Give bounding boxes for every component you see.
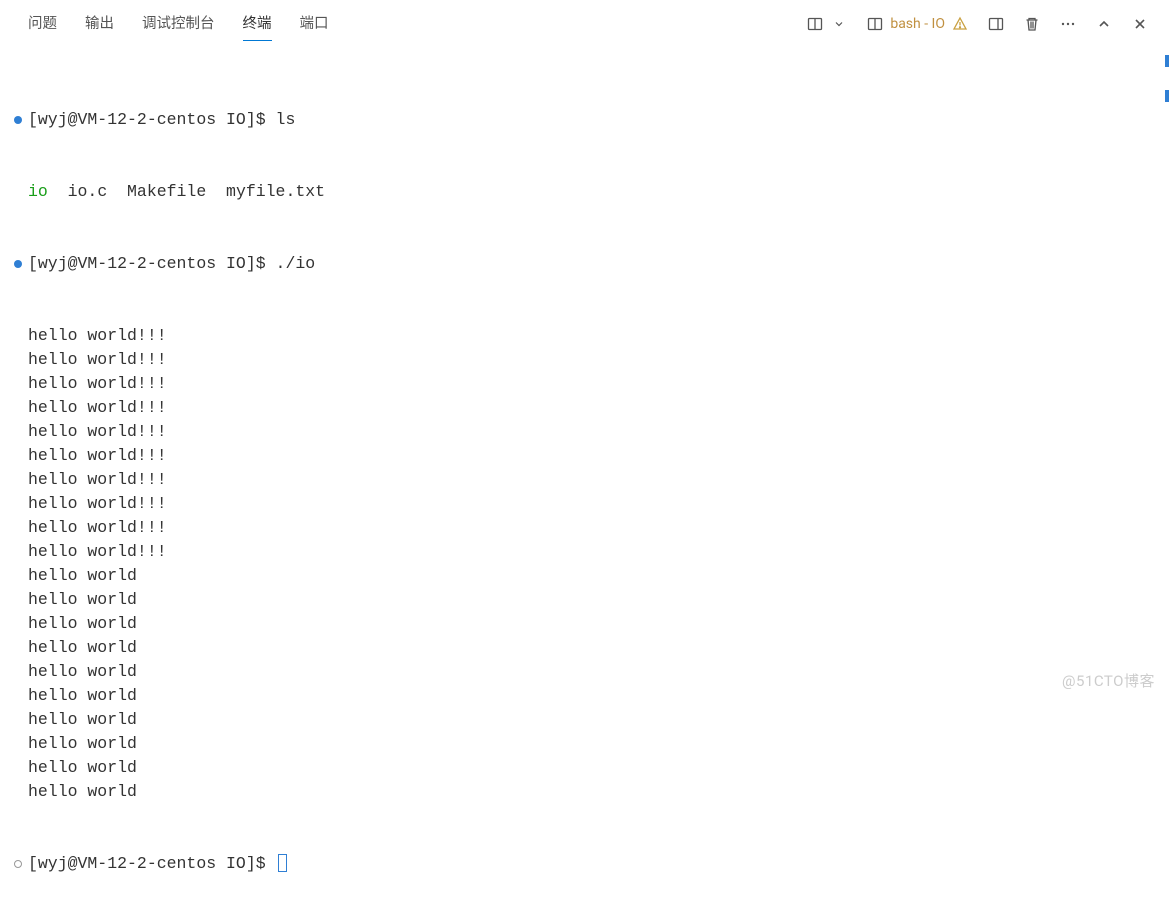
output-text: hello world!!! <box>28 420 1163 444</box>
terminal-line: hello world!!! <box>8 468 1163 492</box>
output-text: hello world <box>28 684 1163 708</box>
terminal-line: [wyj@VM-12-2-centos IO]$ <box>8 852 1163 876</box>
panel-toolbar: bash - IO <box>804 13 1151 35</box>
terminal-line: [wyj@VM-12-2-centos IO]$ ls <box>8 108 1163 132</box>
output-text: hello world <box>28 732 1163 756</box>
panel-header: 问题 输出 调试控制台 终端 端口 bash - IO <box>0 0 1171 48</box>
scroll-marker <box>1165 90 1169 102</box>
warning-icon[interactable] <box>949 13 971 35</box>
terminal-line: hello world <box>8 660 1163 684</box>
terminal-line: hello world!!! <box>8 420 1163 444</box>
output-text: hello world!!! <box>28 348 1163 372</box>
tab-output[interactable]: 输出 <box>85 0 114 47</box>
chevron-down-icon[interactable] <box>828 13 850 35</box>
output-text: hello world!!! <box>28 396 1163 420</box>
more-icon[interactable] <box>1057 13 1079 35</box>
output-text: hello world!!! <box>28 540 1163 564</box>
terminal-line: hello world!!! <box>8 348 1163 372</box>
panel-tabs: 问题 输出 调试控制台 终端 端口 <box>28 0 329 47</box>
terminal-line: hello world!!! <box>8 516 1163 540</box>
chevron-up-icon[interactable] <box>1093 13 1115 35</box>
terminal-line: hello world!!! <box>8 372 1163 396</box>
command: ls <box>276 110 296 129</box>
tab-ports[interactable]: 端口 <box>300 0 329 47</box>
terminal-line: hello world!!! <box>8 492 1163 516</box>
scroll-marker <box>1165 55 1169 67</box>
prompt: [wyj@VM-12-2-centos IO]$ <box>28 854 276 873</box>
terminal-line: hello world <box>8 612 1163 636</box>
tab-problems[interactable]: 问题 <box>28 0 57 47</box>
terminal-line: hello world <box>8 732 1163 756</box>
output-text: hello world <box>28 588 1163 612</box>
panel-layout-icon[interactable] <box>864 13 886 35</box>
tab-debug-console[interactable]: 调试控制台 <box>142 0 215 47</box>
output-text: hello world!!! <box>28 324 1163 348</box>
terminal-line: hello world <box>8 564 1163 588</box>
split-terminal-icon[interactable] <box>804 13 826 35</box>
close-icon[interactable] <box>1129 13 1151 35</box>
output-text: hello world <box>28 756 1163 780</box>
terminal-line: hello world <box>8 780 1163 804</box>
trash-icon[interactable] <box>1021 13 1043 35</box>
shell-label[interactable]: bash - IO <box>890 16 945 32</box>
terminal-line: hello world <box>8 708 1163 732</box>
watermark: @51CTO博客 <box>1062 670 1155 691</box>
terminal-line: hello world!!! <box>8 324 1163 348</box>
bullet-outline-icon <box>8 852 28 868</box>
prompt: [wyj@VM-12-2-centos IO]$ <box>28 254 276 273</box>
ls-output: io.c Makefile myfile.txt <box>48 182 325 201</box>
terminal-line: hello world!!! <box>8 540 1163 564</box>
bullet-icon <box>8 252 28 268</box>
output-text: hello world!!! <box>28 372 1163 396</box>
output-text: hello world <box>28 612 1163 636</box>
output-text: hello world!!! <box>28 444 1163 468</box>
terminal-line: hello world <box>8 636 1163 660</box>
bullet-icon <box>8 108 28 124</box>
command: ./io <box>276 254 316 273</box>
terminal-line: [wyj@VM-12-2-centos IO]$ ./io <box>8 252 1163 276</box>
prompt: [wyj@VM-12-2-centos IO]$ <box>28 110 276 129</box>
output-text: hello world <box>28 660 1163 684</box>
cursor <box>278 854 287 872</box>
output-text: hello world!!! <box>28 492 1163 516</box>
terminal-line: hello world <box>8 756 1163 780</box>
ls-executable: io <box>28 182 48 201</box>
terminal-line: hello world!!! <box>8 396 1163 420</box>
output-text: hello world!!! <box>28 468 1163 492</box>
terminal-line: hello world <box>8 588 1163 612</box>
output-text: hello world <box>28 780 1163 804</box>
terminal-line: hello world <box>8 684 1163 708</box>
output-text: hello world <box>28 708 1163 732</box>
output-text: hello world <box>28 636 1163 660</box>
tab-terminal[interactable]: 终端 <box>243 0 272 47</box>
output-text: hello world <box>28 564 1163 588</box>
terminal-body[interactable]: [wyj@VM-12-2-centos IO]$ ls io io.c Make… <box>0 48 1171 908</box>
terminal-line: io io.c Makefile myfile.txt <box>8 180 1163 204</box>
panel-layout-2-icon[interactable] <box>985 13 1007 35</box>
terminal-line: hello world!!! <box>8 444 1163 468</box>
output-text: hello world!!! <box>28 516 1163 540</box>
